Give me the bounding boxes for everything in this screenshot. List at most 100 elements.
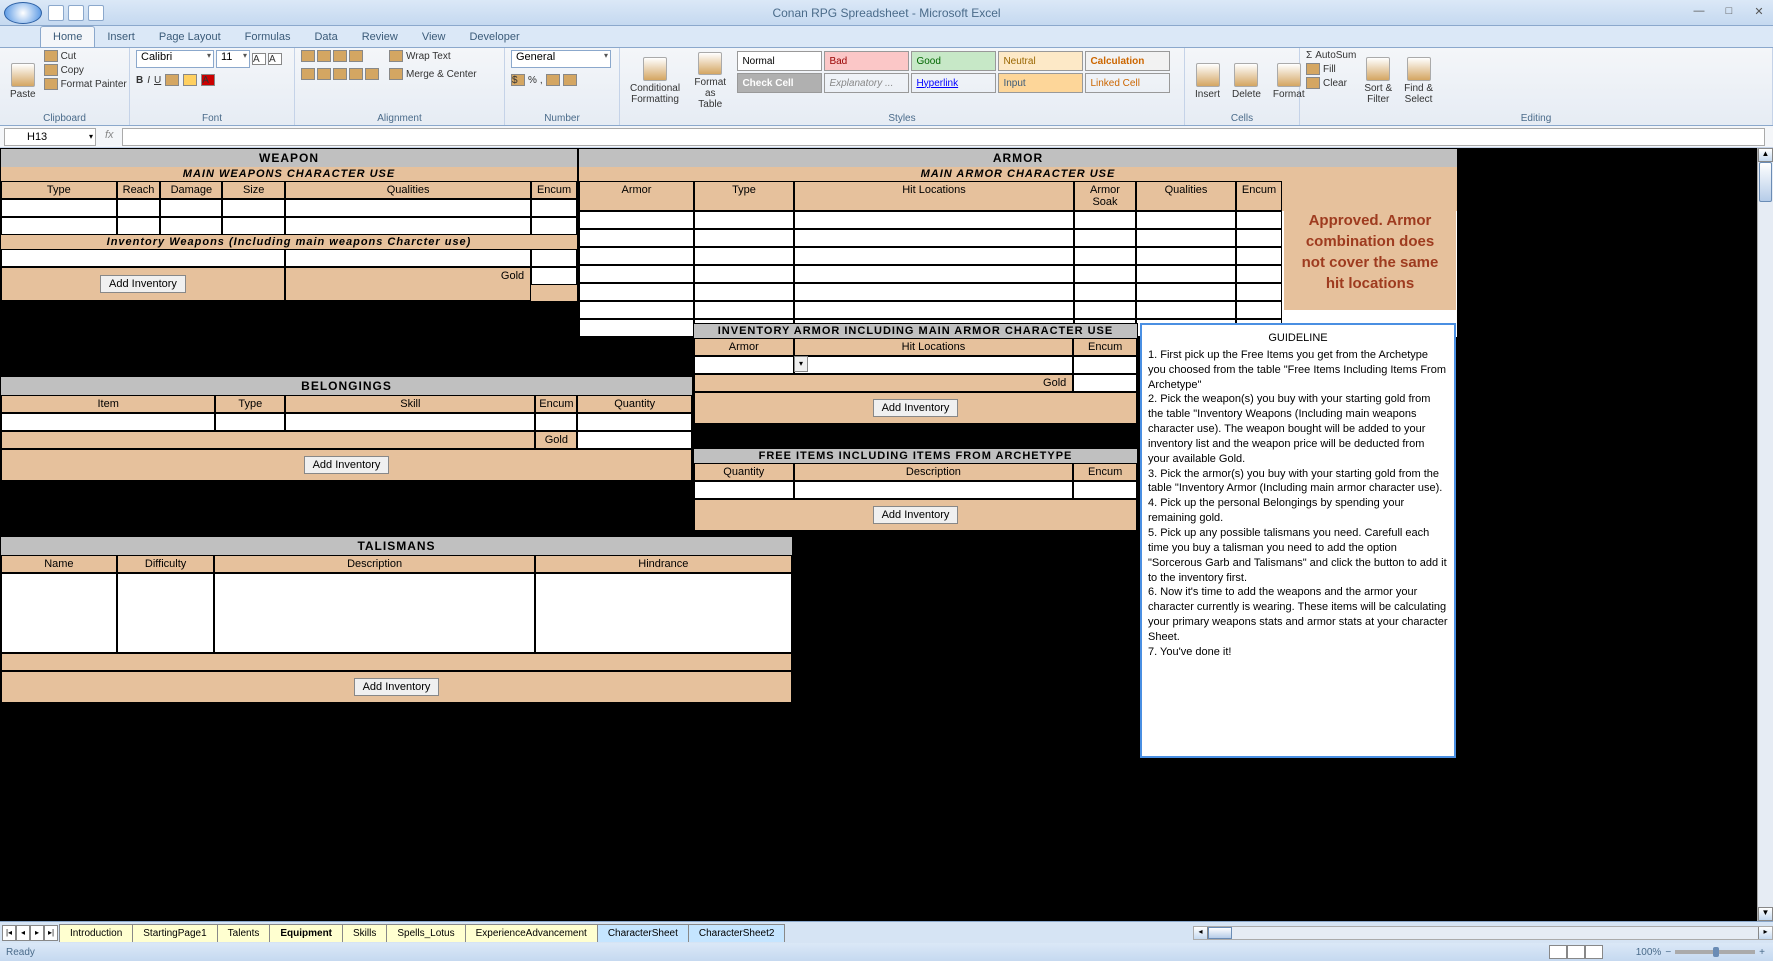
worksheet[interactable]: WEAPON MAIN WEAPONS CHARACTER USE Type R… [0, 148, 1773, 921]
autosum-button[interactable]: ΣAutoSum [1306, 50, 1356, 61]
underline-button[interactable]: U [154, 74, 161, 86]
inv-armor-add-button[interactable]: Add Inventory [873, 399, 959, 417]
cut-button[interactable]: Cut [44, 50, 127, 62]
horizontal-scrollbar[interactable]: ◂ ▸ [1193, 926, 1773, 940]
view-page-break-icon[interactable] [1585, 945, 1603, 959]
sheet-tab-spells-lotus[interactable]: Spells_Lotus [386, 924, 465, 942]
formula-input[interactable] [122, 128, 1765, 146]
increase-font-icon[interactable]: A [252, 50, 266, 68]
align-left-icon[interactable] [301, 68, 315, 80]
decrease-font-icon[interactable]: A [268, 50, 282, 68]
tab-nav-first-icon[interactable]: |◂ [2, 925, 16, 941]
tab-nav-next-icon[interactable]: ▸ [30, 925, 44, 941]
increase-decimal-icon[interactable] [546, 74, 560, 86]
tab-developer[interactable]: Developer [457, 27, 531, 47]
talis-add-button[interactable]: Add Inventory [354, 678, 440, 696]
zoom-in-icon[interactable]: + [1759, 947, 1765, 958]
style-check-cell[interactable]: Check Cell [737, 73, 822, 93]
fill-color-button[interactable] [183, 74, 197, 86]
zoom-slider[interactable] [1675, 950, 1755, 954]
office-button[interactable] [4, 2, 42, 24]
align-center-icon[interactable] [317, 68, 331, 80]
decrease-indent-icon[interactable] [349, 68, 363, 80]
delete-cells-button[interactable]: Delete [1228, 50, 1265, 112]
italic-button[interactable]: I [147, 74, 150, 86]
style-bad[interactable]: Bad [824, 51, 909, 71]
qat-redo-icon[interactable] [88, 5, 104, 21]
style-calculation[interactable]: Calculation [1085, 51, 1170, 71]
font-name-combo[interactable]: Calibri [136, 50, 214, 68]
percent-icon[interactable]: % [528, 74, 537, 86]
free-add-button[interactable]: Add Inventory [873, 506, 959, 524]
number-format-combo[interactable]: General [511, 50, 611, 68]
weapon-add-inventory-button[interactable]: Add Inventory [100, 275, 186, 293]
sheet-tab-introduction[interactable]: Introduction [59, 924, 133, 942]
copy-button[interactable]: Copy [44, 64, 127, 76]
border-button[interactable] [165, 74, 179, 86]
hscroll-right-icon[interactable]: ▸ [1758, 927, 1772, 939]
hscroll-left-icon[interactable]: ◂ [1194, 927, 1208, 939]
sheet-tab-equipment[interactable]: Equipment [269, 924, 343, 942]
paste-button[interactable]: Paste [6, 50, 40, 112]
format-as-table-button[interactable]: Format as Table [688, 50, 732, 112]
format-painter-button[interactable]: Format Painter [44, 78, 127, 90]
hscroll-thumb[interactable] [1208, 927, 1232, 939]
name-box[interactable]: H13 [4, 128, 96, 146]
align-top-icon[interactable] [301, 50, 315, 62]
minimize-icon[interactable]: — [1689, 5, 1709, 21]
tab-nav-prev-icon[interactable]: ◂ [16, 925, 30, 941]
maximize-icon[interactable]: □ [1719, 5, 1739, 21]
scroll-thumb[interactable] [1759, 162, 1772, 202]
align-middle-icon[interactable] [317, 50, 331, 62]
currency-icon[interactable]: $ [511, 74, 525, 86]
qat-undo-icon[interactable] [68, 5, 84, 21]
style-normal[interactable]: Normal [737, 51, 822, 71]
style-hyperlink[interactable]: Hyperlink [911, 73, 996, 93]
zoom-out-icon[interactable]: − [1665, 947, 1671, 958]
style-explanatory[interactable]: Explanatory ... [824, 73, 909, 93]
sheet-tab-talents[interactable]: Talents [217, 924, 271, 942]
style-good[interactable]: Good [911, 51, 996, 71]
belong-add-button[interactable]: Add Inventory [304, 456, 390, 474]
scroll-down-icon[interactable]: ▼ [1758, 907, 1773, 921]
increase-indent-icon[interactable] [365, 68, 379, 80]
wrap-text-button[interactable]: Wrap Text [389, 50, 477, 62]
tab-page-layout[interactable]: Page Layout [147, 27, 233, 47]
tab-nav-last-icon[interactable]: ▸| [44, 925, 58, 941]
clear-button[interactable]: Clear [1306, 77, 1356, 89]
align-right-icon[interactable] [333, 68, 347, 80]
sheet-tab-charactersheet2[interactable]: CharacterSheet2 [688, 924, 786, 942]
fill-button[interactable]: Fill [1306, 63, 1356, 75]
view-normal-icon[interactable] [1549, 945, 1567, 959]
font-color-button[interactable]: A [201, 74, 215, 86]
tab-review[interactable]: Review [350, 27, 410, 47]
merge-center-button[interactable]: Merge & Center [389, 68, 477, 80]
tab-data[interactable]: Data [302, 27, 349, 47]
close-icon[interactable]: ✕ [1749, 5, 1769, 21]
find-select-button[interactable]: Find & Select [1400, 50, 1437, 112]
style-input[interactable]: Input [998, 73, 1083, 93]
vertical-scrollbar[interactable]: ▲ ▼ [1757, 148, 1773, 921]
sheet-tab-skills[interactable]: Skills [342, 924, 387, 942]
conditional-formatting-button[interactable]: Conditional Formatting [626, 50, 684, 112]
tab-insert[interactable]: Insert [95, 27, 147, 47]
align-bottom-icon[interactable] [333, 50, 347, 62]
decrease-decimal-icon[interactable] [563, 74, 577, 86]
tab-home[interactable]: Home [40, 26, 95, 47]
qat-save-icon[interactable] [48, 5, 64, 21]
style-linked-cell[interactable]: Linked Cell [1085, 73, 1170, 93]
tab-view[interactable]: View [410, 27, 458, 47]
comma-icon[interactable]: , [540, 74, 543, 86]
view-page-layout-icon[interactable] [1567, 945, 1585, 959]
scroll-up-icon[interactable]: ▲ [1758, 148, 1773, 162]
inv-armor-dropdown-icon[interactable]: ▾ [794, 356, 808, 372]
tab-formulas[interactable]: Formulas [233, 27, 303, 47]
sort-filter-button[interactable]: Sort & Filter [1360, 50, 1396, 112]
insert-cells-button[interactable]: Insert [1191, 50, 1224, 112]
style-neutral[interactable]: Neutral [998, 51, 1083, 71]
sheet-tab-charactersheet[interactable]: CharacterSheet [597, 924, 689, 942]
sheet-tab-startingpage1[interactable]: StartingPage1 [132, 924, 217, 942]
orientation-icon[interactable] [349, 50, 363, 62]
sheet-tab-experience[interactable]: ExperienceAdvancement [465, 924, 598, 942]
font-size-combo[interactable]: 11 [216, 50, 250, 68]
